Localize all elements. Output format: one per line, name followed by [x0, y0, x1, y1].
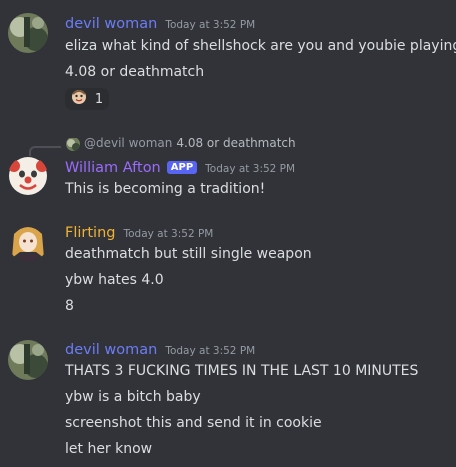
- avatar[interactable]: [8, 13, 48, 53]
- reply-preview[interactable]: @devil woman 4.08 or deathmatch: [84, 136, 296, 150]
- author-name[interactable]: William Afton: [65, 160, 161, 176]
- author-name[interactable]: devil woman: [65, 342, 157, 358]
- timestamp: Today at 3:52 PM: [205, 163, 296, 175]
- avatar[interactable]: [8, 156, 48, 196]
- message-text: deathmatch but still single weapon: [65, 246, 312, 262]
- message-text: 8: [65, 298, 74, 314]
- message-text: 4.08 or deathmatch: [65, 64, 205, 80]
- avatar[interactable]: [8, 340, 48, 380]
- reaction-count: 1: [94, 91, 104, 107]
- author-name[interactable]: Flirting: [65, 225, 115, 241]
- reply-avatar: [66, 137, 80, 151]
- message-text: This is becoming a tradition!: [65, 181, 266, 197]
- timestamp: Today at 3:52 PM: [165, 19, 256, 31]
- face-emoji-icon: [71, 89, 87, 109]
- avatar[interactable]: [8, 222, 48, 262]
- message-text: ybw hates 4.0: [65, 272, 164, 288]
- message-text: screenshot this and send it in cookie: [65, 415, 322, 431]
- reaction-button[interactable]: 1: [65, 88, 109, 110]
- timestamp: Today at 3:52 PM: [165, 345, 256, 357]
- timestamp: Today at 3:52 PM: [123, 228, 214, 240]
- message-text: ybw is a bitch baby: [65, 389, 201, 405]
- reply-content: 4.08 or deathmatch: [176, 136, 296, 150]
- message-text: THATS 3 FUCKING TIMES IN THE LAST 10 MIN…: [65, 363, 419, 379]
- message-text: let her know: [65, 441, 153, 457]
- app-badge: APP: [166, 161, 198, 174]
- message-text: eliza what kind of shellshock are you an…: [65, 38, 456, 54]
- reply-mention: @devil woman: [84, 136, 173, 150]
- author-name[interactable]: devil woman: [65, 16, 157, 32]
